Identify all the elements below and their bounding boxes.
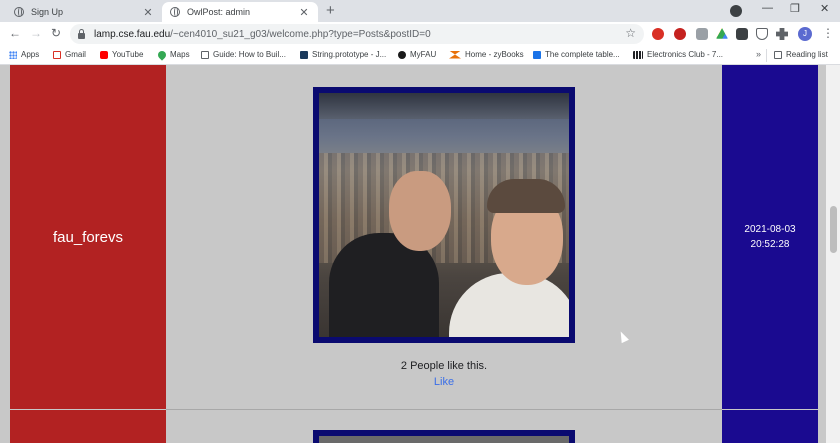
zybooks-icon [449, 50, 461, 59]
page-icon [201, 50, 209, 59]
bookmark-zybooks[interactable]: Home - zyBooks [449, 50, 524, 59]
restore-button[interactable]: ❐ [790, 2, 800, 15]
globe-icon [170, 7, 180, 17]
next-post-date-column [722, 410, 818, 443]
browser-toolbar: ← → ↻ lamp.cse.fau.edu/~cen4010_su21_g03… [0, 22, 840, 46]
bookmark-maps[interactable]: Maps [156, 48, 190, 61]
media-control-icon[interactable] [730, 5, 742, 17]
post-date: 2021-08-03 [744, 224, 796, 235]
bookmark-star-icon[interactable]: ☆ [625, 26, 636, 40]
bookmark-electronics-club[interactable]: Electronics Club - 7... [633, 50, 723, 59]
bookmark-label: Apps [21, 50, 40, 59]
opera-extension-icon[interactable] [652, 28, 664, 40]
youtube-icon [100, 50, 108, 59]
bookmark-label: The complete table... [545, 50, 620, 59]
bookmarks-bar: Apps Gmail YouTube Maps Guide: How to Bu… [0, 46, 840, 65]
tab-sign-up[interactable]: Sign Up ✕ [6, 2, 162, 22]
like-button[interactable]: Like [166, 376, 722, 388]
bookmark-apps[interactable]: Apps [9, 50, 39, 59]
apps-grid-icon [9, 50, 17, 59]
gmail-icon [53, 50, 61, 59]
bookmark-label: Electronics Club - 7... [647, 50, 724, 59]
globe-icon [14, 7, 24, 17]
bookmark-icon [533, 50, 541, 59]
tab-title: Sign Up [31, 7, 64, 17]
bookmark-label: Guide: How to Buil... [213, 50, 286, 59]
likes-count-text: 2 People like this. [400, 360, 488, 372]
bookmark-label: YouTube [112, 50, 144, 59]
post-date-column: 2021-08-03 20:52:28 [722, 65, 818, 409]
bookmark-label: Home - zyBooks [465, 50, 524, 59]
reading-list-label: Reading list [786, 50, 828, 59]
bookmarks-divider [766, 49, 767, 62]
bookmark-youtube[interactable]: YouTube [100, 50, 143, 59]
url-host: lamp.cse.fau.edu [94, 28, 171, 40]
shield-icon[interactable] [756, 28, 768, 40]
menu-kebab-icon[interactable]: ⋮ [822, 26, 834, 40]
bookmark-string-prototype[interactable]: String.prototype - J... [300, 50, 386, 59]
bookmark-guide[interactable]: Guide: How to Buil... [201, 50, 286, 59]
close-tab-icon[interactable]: ✕ [298, 6, 310, 19]
notes-extension-icon[interactable] [736, 28, 748, 40]
bookmark-label: Maps [170, 50, 190, 59]
tab-title: OwlPost: admin [187, 7, 251, 17]
tab-owlpost[interactable]: OwlPost: admin ✕ [162, 2, 318, 22]
page-content: fau_forevs 2021-08-03 20:52:28 2 People … [0, 65, 840, 443]
post-user-column: fau_forevs [10, 65, 166, 409]
reading-list-icon [774, 50, 782, 59]
reading-list-button[interactable]: Reading list [774, 50, 828, 59]
minimize-button[interactable]: — [762, 2, 773, 14]
back-button[interactable]: ← [9, 26, 21, 40]
bookmark-label: MyFAU [410, 50, 437, 59]
bookmark-label: String.prototype - J... [312, 50, 387, 59]
google-drive-icon[interactable] [716, 28, 728, 39]
screen-capture-icon[interactable] [696, 28, 708, 40]
profile-avatar[interactable]: J [798, 27, 812, 41]
mdn-icon [300, 50, 308, 59]
next-post-photo-frame [313, 430, 575, 443]
bookmark-myfau[interactable]: MyFAU [398, 50, 436, 59]
post-divider [166, 409, 722, 410]
post-time: 20:52:28 [750, 239, 790, 250]
post-photo-frame [313, 87, 575, 343]
bookmark-complete-table[interactable]: The complete table... [533, 50, 620, 59]
post-photo [319, 93, 569, 337]
tab-strip: Sign Up ✕ OwlPost: admin ✕ + — ❐ ✕ [0, 0, 840, 22]
address-bar[interactable]: lamp.cse.fau.edu/~cen4010_su21_g03/welco… [70, 24, 644, 44]
extensions-puzzle-icon[interactable] [776, 28, 788, 40]
vertical-scrollbar[interactable] [826, 65, 840, 443]
forward-button[interactable]: → [30, 26, 42, 40]
new-tab-button[interactable]: + [326, 3, 335, 19]
more-bookmarks-button[interactable]: » [756, 49, 761, 59]
owl-icon [398, 50, 406, 59]
next-post-user-column [10, 410, 166, 443]
lock-icon [78, 28, 85, 39]
reload-button[interactable]: ↻ [51, 26, 61, 40]
next-post-photo [319, 436, 569, 443]
post-username: fau_forevs [52, 228, 124, 246]
scrollbar-thumb[interactable] [830, 206, 837, 253]
extension-badge-icon[interactable] [674, 28, 686, 40]
close-tab-icon[interactable]: ✕ [142, 6, 154, 19]
close-window-button[interactable]: ✕ [820, 2, 829, 15]
club-icon [633, 50, 643, 59]
bookmark-label: Gmail [65, 50, 86, 59]
maps-pin-icon [156, 48, 168, 61]
url-path: /~cen4010_su21_g03/welcome.php?type=Post… [170, 28, 431, 40]
bookmark-gmail[interactable]: Gmail [53, 50, 86, 59]
